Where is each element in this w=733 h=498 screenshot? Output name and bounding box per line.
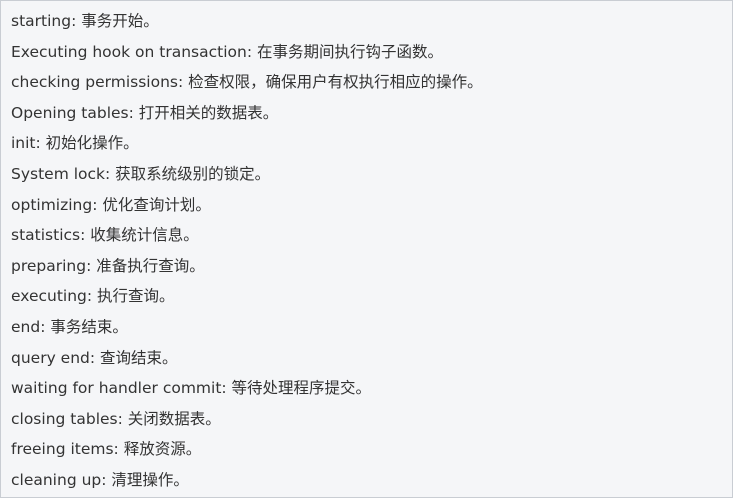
list-item: Executing hook on transaction: 在事务期间执行钩子… xyxy=(11,42,443,61)
list-item: executing: 执行查询。 xyxy=(11,287,175,306)
list-item: Opening tables: 打开相关的数据表。 xyxy=(11,103,279,122)
text-panel: starting: 事务开始。 Executing hook on transa… xyxy=(0,0,733,498)
list-item: freeing items: 释放资源。 xyxy=(11,440,202,459)
list-item: preparing: 准备执行查询。 xyxy=(11,256,205,275)
list-item: starting: 事务开始。 xyxy=(11,12,159,30)
list-item: waiting for handler commit: 等待处理程序提交。 xyxy=(11,379,372,398)
list-item: System lock: 获取系统级别的锁定。 xyxy=(11,164,271,183)
list-item: statistics: 收集统计信息。 xyxy=(11,226,199,245)
list-item: query end: 查询结束。 xyxy=(11,348,178,367)
list-item: closing tables: 关闭数据表。 xyxy=(11,409,221,428)
state-list: starting: 事务开始。 Executing hook on transa… xyxy=(1,1,732,496)
list-item: optimizing: 优化查询计划。 xyxy=(11,195,211,214)
list-item: init: 初始化操作。 xyxy=(11,134,139,153)
list-item: end: 事务结束。 xyxy=(11,317,128,336)
list-item: cleaning up: 清理操作。 xyxy=(11,470,189,489)
list-item: checking permissions: 检查权限，确保用户有权执行相应的操作… xyxy=(11,73,483,92)
